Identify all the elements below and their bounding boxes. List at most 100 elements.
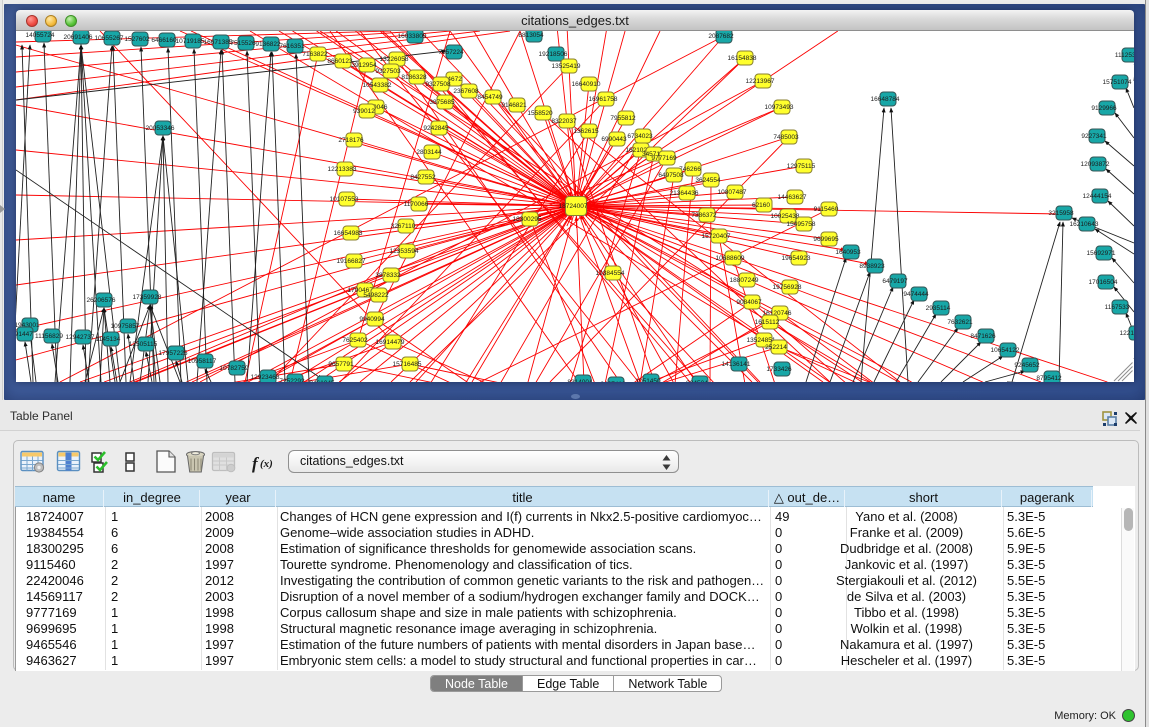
svg-text:7386372: 7386372 — [691, 212, 717, 219]
svg-text:16914479: 16914479 — [376, 339, 405, 346]
svg-text:1145134: 1145134 — [96, 336, 121, 343]
svg-text:19384554: 19384554 — [596, 270, 625, 277]
svg-text:10688609: 10688609 — [716, 255, 745, 262]
svg-text:7632621: 7632621 — [947, 319, 973, 326]
svg-text:16961758: 16961758 — [589, 96, 618, 103]
svg-text:3912954: 3912954 — [351, 62, 377, 69]
svg-text:12093872: 12093872 — [1081, 161, 1110, 168]
svg-text:8186328: 8186328 — [401, 74, 427, 81]
svg-text:13226058: 13226058 — [380, 56, 409, 63]
svg-text:12942737: 12942737 — [66, 334, 95, 341]
svg-text:7955812: 7955812 — [610, 115, 636, 122]
svg-text:7616351: 7616351 — [279, 43, 305, 50]
svg-text:8660123: 8660123 — [327, 58, 353, 65]
svg-text:1167533: 1167533 — [1105, 304, 1130, 311]
svg-text:7163822: 7163822 — [302, 51, 328, 58]
svg-text:9242845: 9242845 — [423, 125, 449, 132]
svg-text:2367608: 2367608 — [453, 88, 479, 95]
svg-text:21364436: 21364436 — [670, 190, 699, 197]
svg-text:2935114: 2935114 — [926, 305, 951, 312]
svg-text:14463627: 14463627 — [778, 194, 807, 201]
svg-text:9327508: 9327508 — [425, 81, 451, 88]
svg-text:8471626: 8471626 — [970, 333, 996, 340]
svg-text:10654122: 10654122 — [991, 347, 1020, 354]
svg-text:7357224: 7357224 — [438, 49, 464, 56]
svg-text:9084067: 9084067 — [736, 299, 762, 306]
svg-text:9777169: 9777169 — [651, 155, 677, 162]
svg-text:16033809: 16033809 — [398, 33, 427, 40]
svg-text:12213383: 12213383 — [328, 166, 357, 173]
svg-text:9474444: 9474444 — [903, 291, 929, 298]
svg-text:994504: 994504 — [686, 380, 708, 382]
svg-text:2718176: 2718176 — [338, 137, 364, 144]
svg-text:13525419: 13525419 — [552, 63, 581, 70]
svg-text:12213967: 12213967 — [746, 78, 775, 85]
svg-text:20691406: 20691406 — [64, 34, 93, 41]
svg-text:2803144: 2803144 — [416, 149, 442, 156]
svg-text:10107553: 10107553 — [330, 196, 359, 203]
svg-text:3215958: 3215958 — [1048, 210, 1074, 217]
svg-text:16210643: 16210643 — [1070, 221, 1099, 228]
svg-text:1558520: 1558520 — [527, 110, 553, 117]
svg-text:1362615: 1362615 — [573, 128, 599, 135]
svg-text:18807249: 18807249 — [730, 277, 759, 284]
svg-text:9115460: 9115460 — [814, 206, 839, 213]
svg-text:10025438: 10025438 — [771, 213, 800, 220]
svg-text:9146821: 9146821 — [501, 102, 527, 109]
svg-text:62160: 62160 — [752, 202, 770, 209]
svg-text:15495758: 15495758 — [787, 221, 816, 228]
svg-text:3878332: 3878332 — [375, 272, 401, 279]
svg-text:7515526: 7515526 — [230, 40, 256, 47]
svg-text:18300295: 18300295 — [513, 216, 542, 223]
svg-text:17359928: 17359928 — [133, 294, 162, 301]
svg-text:9657791: 9657791 — [328, 361, 354, 368]
svg-text:2087682: 2087682 — [708, 33, 734, 40]
svg-text:1733426: 1733426 — [766, 366, 792, 373]
svg-text:10719185: 10719185 — [176, 38, 205, 45]
svg-text:(x): (x) — [260, 458, 273, 470]
svg-text:17957225: 17957225 — [159, 350, 188, 357]
svg-text:1527602: 1527602 — [124, 36, 150, 43]
svg-text:10973493: 10973493 — [765, 104, 794, 111]
svg-text:12444154: 12444154 — [1083, 193, 1112, 200]
svg-text:15716485: 15716485 — [393, 361, 422, 368]
svg-text:8454749: 8454749 — [477, 94, 503, 101]
svg-text:20053346: 20053346 — [146, 125, 175, 132]
svg-text:11156829: 11156829 — [35, 333, 63, 340]
svg-text:10975857: 10975857 — [111, 323, 140, 330]
svg-text:3875685: 3875685 — [429, 99, 455, 106]
svg-text:10655267: 10655267 — [95, 35, 124, 42]
svg-text:16654983: 16654983 — [334, 230, 363, 237]
svg-text:12210532: 12210532 — [1120, 330, 1134, 337]
svg-text:1170066: 1170066 — [404, 201, 429, 208]
svg-text:1615112: 1615112 — [755, 319, 780, 326]
svg-text:8795412: 8795412 — [1036, 375, 1062, 382]
svg-text:16154838: 16154838 — [728, 55, 757, 62]
svg-text:9940994: 9940994 — [359, 316, 385, 323]
svg-text:3624554: 3624554 — [695, 177, 721, 184]
svg-text:7485003: 7485003 — [773, 134, 799, 141]
svg-text:9327503: 9327503 — [375, 68, 401, 75]
svg-text:1112533: 1112533 — [1115, 52, 1134, 59]
svg-text:6497508: 6497508 — [658, 172, 684, 179]
svg-text:26206576: 26206576 — [87, 297, 116, 304]
svg-text:6479197: 6479197 — [882, 278, 908, 285]
svg-text:8938923: 8938923 — [859, 263, 885, 270]
svg-text:8314004: 8314004 — [567, 379, 593, 382]
svg-text:12975115: 12975115 — [787, 163, 816, 170]
svg-text:1640953: 1640953 — [835, 249, 861, 256]
svg-text:12353594: 12353594 — [390, 248, 419, 255]
svg-text:991447: 991447 — [16, 331, 33, 338]
svg-text:10807487: 10807487 — [718, 189, 747, 196]
svg-text:15720407: 15720407 — [702, 233, 731, 240]
svg-text:19756928: 19756928 — [773, 284, 802, 291]
svg-text:7625402: 7625402 — [342, 337, 368, 344]
svg-text:9129966: 9129966 — [1091, 105, 1117, 112]
svg-text:10782759: 10782759 — [220, 365, 249, 372]
svg-text:5498222: 5498222 — [363, 292, 389, 299]
svg-text:6990443: 6990443 — [601, 136, 627, 143]
svg-text:3267110: 3267110 — [391, 223, 416, 230]
svg-text:f: f — [252, 454, 260, 473]
svg-text:7252292: 7252292 — [279, 378, 305, 382]
svg-text:9245652: 9245652 — [1014, 362, 1040, 369]
